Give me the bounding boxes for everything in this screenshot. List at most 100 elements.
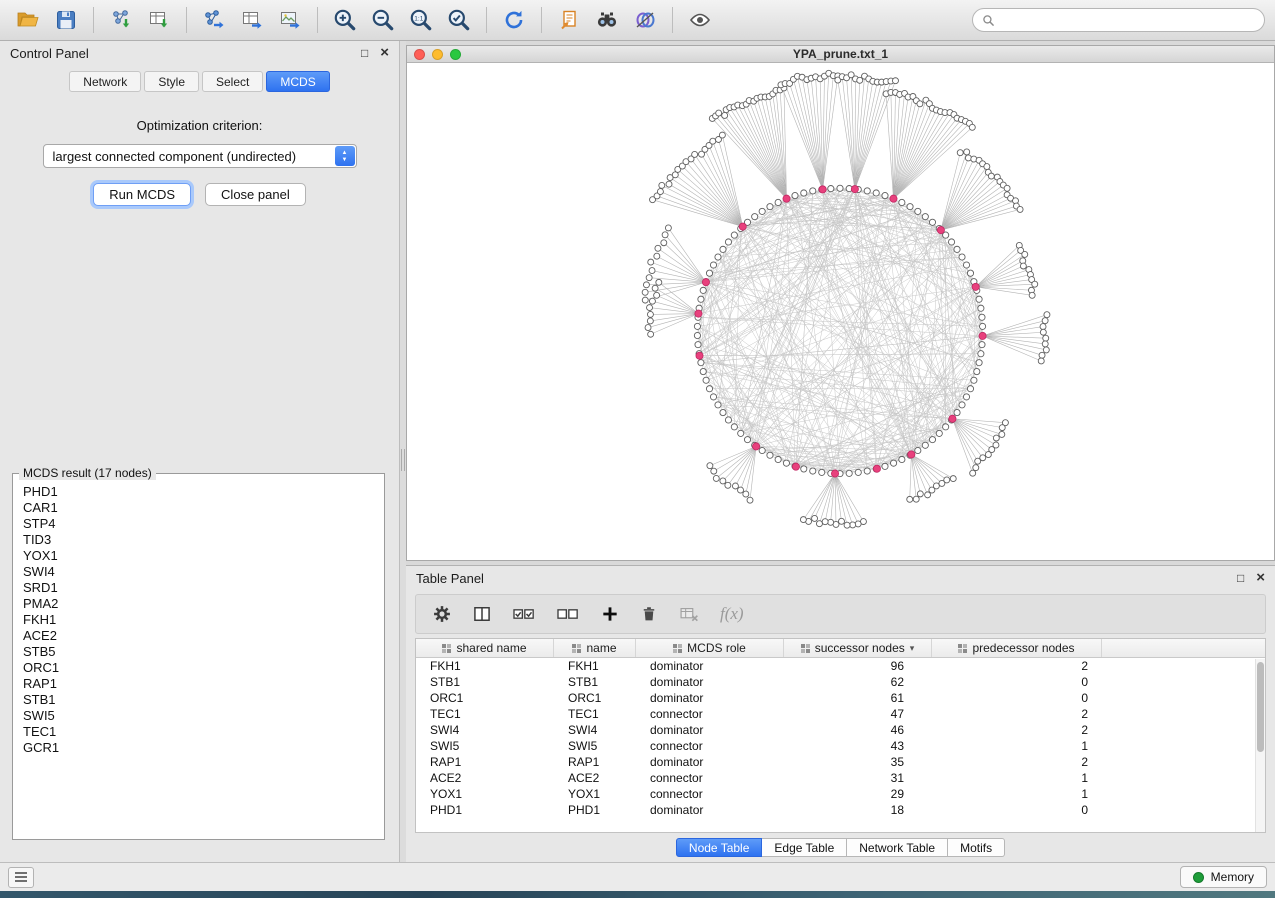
criterion-select[interactable]: largest connected component (undirected)…: [43, 144, 357, 168]
control-tab-style[interactable]: Style: [144, 71, 199, 92]
table-tab-network-table[interactable]: Network Table: [847, 838, 948, 857]
toolbar-separator: [93, 7, 94, 33]
table-panel-title: Table Panel: [416, 571, 484, 586]
zoom-out-button[interactable]: [365, 4, 401, 36]
mcds-result-item[interactable]: TEC1: [13, 724, 384, 740]
table-settings-button[interactable]: [432, 604, 452, 624]
search-input[interactable]: [1000, 13, 1255, 27]
zoom-in-button[interactable]: [327, 4, 363, 36]
add-column-button[interactable]: [600, 604, 620, 624]
share-document-icon: [556, 8, 582, 32]
show-columns-button[interactable]: [472, 604, 492, 624]
import-network-button[interactable]: [103, 4, 139, 36]
mcds-result-item[interactable]: PMA2: [13, 596, 384, 612]
mcds-result-item[interactable]: ACE2: [13, 628, 384, 644]
open-folder-button[interactable]: [10, 4, 46, 36]
network-graph-canvas[interactable]: [407, 63, 1274, 560]
column-header-shared-name[interactable]: shared name: [416, 639, 554, 657]
table-row-FKH1[interactable]: FKH1FKH1dominator962: [416, 658, 1265, 674]
cell-name: STB1: [554, 675, 636, 689]
table-row-PHD1[interactable]: PHD1PHD1dominator180: [416, 802, 1265, 818]
table-tab-motifs[interactable]: Motifs: [948, 838, 1005, 857]
mcds-result-item[interactable]: TID3: [13, 532, 384, 548]
trash-icon: [640, 604, 658, 624]
table-row-SWI5[interactable]: SWI5SWI5connector431: [416, 738, 1265, 754]
deselect-all-rows-button[interactable]: [556, 604, 580, 624]
show-hide-eye-button[interactable]: [682, 4, 718, 36]
table-row-ORC1[interactable]: ORC1ORC1dominator610: [416, 690, 1265, 706]
export-network-button[interactable]: [196, 4, 232, 36]
mcds-result-item[interactable]: CAR1: [13, 500, 384, 516]
mcds-result-item[interactable]: STP4: [13, 516, 384, 532]
share-document-button[interactable]: [551, 4, 587, 36]
run-mcds-button[interactable]: Run MCDS: [93, 183, 191, 206]
filter-venn-button[interactable]: [627, 4, 663, 36]
node-table: shared namenameMCDS rolesuccessor nodes▾…: [415, 638, 1266, 833]
table-tab-edge-table[interactable]: Edge Table: [762, 838, 847, 857]
cell-shared-name: ACE2: [416, 771, 554, 785]
cell-mcds-role: dominator: [636, 675, 784, 689]
table-row-RAP1[interactable]: RAP1RAP1dominator352: [416, 754, 1265, 770]
table-row-SWI4[interactable]: SWI4SWI4dominator462: [416, 722, 1265, 738]
save-button[interactable]: [48, 4, 84, 36]
table-scrollbar[interactable]: [1255, 659, 1265, 832]
mcds-result-item[interactable]: YOX1: [13, 548, 384, 564]
search-binoculars-button[interactable]: [589, 4, 625, 36]
delete-column-button[interactable]: [640, 604, 658, 624]
mcds-result-item[interactable]: STB1: [13, 692, 384, 708]
network-view[interactable]: [407, 63, 1274, 560]
export-image-button[interactable]: [272, 4, 308, 36]
export-table-button[interactable]: [234, 4, 270, 36]
mcds-result-item[interactable]: STB5: [13, 644, 384, 660]
table-row-TEC1[interactable]: TEC1TEC1connector472: [416, 706, 1265, 722]
column-header-successor-nodes[interactable]: successor nodes▾: [784, 639, 932, 657]
control-tab-select[interactable]: Select: [202, 71, 263, 92]
select-all-rows-button[interactable]: [512, 604, 536, 624]
table-row-STB1[interactable]: STB1STB1dominator620: [416, 674, 1265, 690]
mcds-result-item[interactable]: RAP1: [13, 676, 384, 692]
toolbar-separator: [486, 7, 487, 33]
status-bar: Memory: [0, 862, 1275, 891]
table-row-ACE2[interactable]: ACE2ACE2connector311: [416, 770, 1265, 786]
control-tab-mcds[interactable]: MCDS: [266, 71, 329, 92]
memory-button[interactable]: Memory: [1180, 866, 1267, 888]
column-header-MCDS-role[interactable]: MCDS role: [636, 639, 784, 657]
mcds-result-item[interactable]: FKH1: [13, 612, 384, 628]
cell-successor-nodes: 61: [784, 691, 932, 705]
column-header-name[interactable]: name: [554, 639, 636, 657]
cell-name: TEC1: [554, 707, 636, 721]
table-tab-node-table[interactable]: Node Table: [676, 838, 763, 857]
mcds-result-item[interactable]: GCR1: [13, 740, 384, 756]
column-header-predecessor-nodes[interactable]: predecessor nodes: [932, 639, 1102, 657]
search-box: [972, 8, 1265, 32]
table-row-YOX1[interactable]: YOX1YOX1connector291: [416, 786, 1265, 802]
control-panel-tabs: NetworkStyleSelectMCDS: [0, 71, 399, 92]
refresh-layout-button[interactable]: [496, 4, 532, 36]
zoom-out-icon: [370, 7, 396, 33]
zoom-fit-selected-button[interactable]: [441, 4, 477, 36]
cell-name: PHD1: [554, 803, 636, 817]
close-panel-button[interactable]: Close panel: [205, 183, 306, 206]
cell-shared-name: STB1: [416, 675, 554, 689]
zoom-actual-size-button[interactable]: 1:1: [403, 4, 439, 36]
import-table-button[interactable]: [141, 4, 177, 36]
table-toolbar: f(x): [415, 594, 1266, 634]
zoom-actual-size-icon: 1:1: [408, 7, 434, 33]
import-network-icon: [108, 8, 134, 32]
float-panel-icon[interactable]: □: [361, 47, 368, 59]
cell-successor-nodes: 43: [784, 739, 932, 753]
mcds-result-item[interactable]: ORC1: [13, 660, 384, 676]
panel-menu-button[interactable]: [8, 867, 34, 888]
cell-predecessor-nodes: 2: [932, 659, 1102, 673]
close-table-panel-icon[interactable]: ×: [1256, 572, 1265, 584]
mcds-result-item[interactable]: PHD1: [13, 484, 384, 500]
scrollbar-thumb[interactable]: [1257, 662, 1264, 752]
control-tab-network[interactable]: Network: [69, 71, 141, 92]
search-icon: [982, 14, 995, 27]
float-table-panel-icon[interactable]: □: [1237, 572, 1244, 584]
mcds-result-item[interactable]: SWI4: [13, 564, 384, 580]
mcds-result-item[interactable]: SRD1: [13, 580, 384, 596]
mcds-result-item[interactable]: SWI5: [13, 708, 384, 724]
network-window-title: YPA_prune.txt_1: [407, 47, 1274, 61]
close-panel-icon[interactable]: ×: [380, 47, 389, 59]
